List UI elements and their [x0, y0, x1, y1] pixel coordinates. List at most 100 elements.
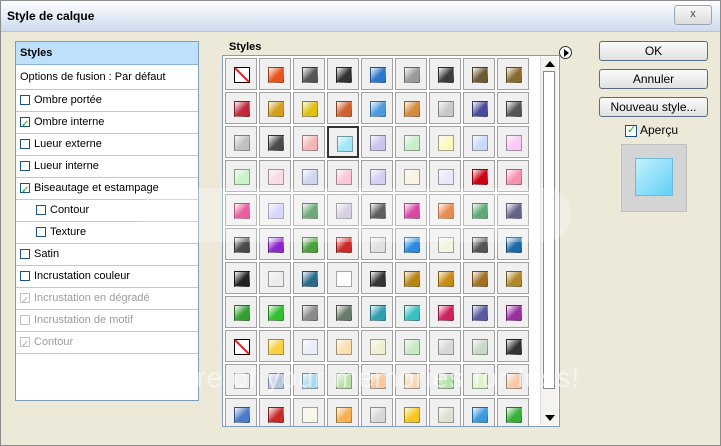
style-swatch[interactable] — [327, 364, 359, 396]
style-swatch[interactable] — [395, 58, 427, 90]
effect-row[interactable]: Options de fusion : Par défaut — [16, 65, 198, 90]
style-swatch[interactable] — [497, 160, 529, 192]
style-swatch[interactable] — [497, 58, 529, 90]
effect-checkbox[interactable] — [20, 315, 30, 325]
style-swatch[interactable] — [259, 126, 291, 158]
style-swatch[interactable] — [361, 160, 393, 192]
style-swatch[interactable] — [225, 228, 257, 260]
style-swatch[interactable] — [327, 262, 359, 294]
style-swatch[interactable] — [463, 228, 495, 260]
style-swatch[interactable] — [497, 194, 529, 226]
style-swatch[interactable] — [463, 262, 495, 294]
effect-row[interactable]: Lueur externe — [16, 134, 198, 156]
style-swatch[interactable] — [259, 228, 291, 260]
style-swatch[interactable] — [361, 262, 393, 294]
style-swatch[interactable] — [259, 398, 291, 426]
style-swatch[interactable] — [497, 296, 529, 328]
style-swatch[interactable] — [429, 330, 461, 362]
style-swatch[interactable] — [395, 194, 427, 226]
effect-checkbox[interactable] — [20, 114, 30, 135]
preview-toggle[interactable]: Aperçu — [625, 123, 678, 137]
style-swatch[interactable] — [463, 296, 495, 328]
close-button[interactable]: x — [674, 5, 712, 25]
effect-checkbox[interactable] — [36, 227, 46, 237]
style-swatch[interactable] — [395, 92, 427, 124]
style-swatch-none[interactable] — [225, 58, 257, 90]
style-swatch[interactable] — [361, 126, 393, 158]
effect-row[interactable]: Lueur interne — [16, 156, 198, 178]
style-swatch[interactable] — [395, 126, 427, 158]
effect-checkbox[interactable] — [20, 139, 30, 149]
style-swatch[interactable] — [225, 194, 257, 226]
effect-checkbox[interactable] — [20, 95, 30, 105]
style-swatch[interactable] — [293, 398, 325, 426]
style-swatch[interactable] — [361, 364, 393, 396]
style-swatch[interactable] — [293, 262, 325, 294]
style-swatch[interactable] — [463, 364, 495, 396]
style-swatch[interactable] — [429, 364, 461, 396]
effect-row[interactable]: Biseautage et estampage — [16, 178, 198, 201]
style-swatch[interactable] — [429, 228, 461, 260]
style-swatch[interactable] — [259, 92, 291, 124]
style-swatch[interactable] — [395, 262, 427, 294]
style-swatch[interactable] — [259, 296, 291, 328]
style-swatch[interactable] — [497, 126, 529, 158]
style-swatch[interactable] — [259, 160, 291, 192]
effect-row[interactable]: Satin — [16, 244, 198, 266]
style-swatch[interactable] — [293, 228, 325, 260]
style-swatch[interactable] — [327, 296, 359, 328]
new-style-button[interactable]: Nouveau style... — [599, 97, 708, 117]
effect-row[interactable]: Contour — [16, 200, 198, 222]
preview-checkbox[interactable] — [625, 123, 637, 137]
style-swatch[interactable] — [463, 160, 495, 192]
style-swatch[interactable] — [293, 92, 325, 124]
style-swatch[interactable] — [361, 330, 393, 362]
style-swatch[interactable] — [327, 228, 359, 260]
effect-checkbox[interactable] — [36, 205, 46, 215]
effect-checkbox[interactable] — [20, 290, 30, 311]
styles-menu-arrow-icon[interactable] — [559, 46, 572, 59]
style-swatch[interactable] — [497, 92, 529, 124]
style-swatch[interactable] — [225, 92, 257, 124]
effect-row[interactable]: Ombre interne — [16, 112, 198, 135]
effect-row[interactable]: Incrustation couleur — [16, 266, 198, 288]
style-swatch[interactable] — [429, 160, 461, 192]
style-swatch-none[interactable] — [225, 330, 257, 362]
style-swatch[interactable] — [463, 58, 495, 90]
effect-checkbox[interactable] — [20, 334, 30, 355]
style-swatch[interactable] — [463, 330, 495, 362]
style-swatch[interactable] — [225, 296, 257, 328]
style-swatch[interactable] — [259, 194, 291, 226]
style-swatch[interactable] — [429, 398, 461, 426]
style-swatch[interactable] — [497, 398, 529, 426]
scroll-down-icon[interactable] — [545, 415, 555, 421]
style-swatch[interactable] — [429, 194, 461, 226]
effect-checkbox[interactable] — [20, 249, 30, 259]
style-swatch[interactable] — [293, 330, 325, 362]
style-swatch[interactable] — [259, 262, 291, 294]
ok-button[interactable]: OK — [599, 41, 708, 61]
style-swatch[interactable] — [327, 58, 359, 90]
style-swatch[interactable] — [429, 92, 461, 124]
style-swatch[interactable] — [327, 126, 359, 158]
style-swatch[interactable] — [429, 58, 461, 90]
style-swatch[interactable] — [361, 92, 393, 124]
style-swatch[interactable] — [497, 262, 529, 294]
style-swatch[interactable] — [259, 58, 291, 90]
style-swatch[interactable] — [293, 126, 325, 158]
style-swatch[interactable] — [497, 228, 529, 260]
style-swatch[interactable] — [293, 296, 325, 328]
style-swatch[interactable] — [395, 330, 427, 362]
style-swatch[interactable] — [327, 92, 359, 124]
style-swatch[interactable] — [361, 398, 393, 426]
style-swatch[interactable] — [361, 58, 393, 90]
style-swatch[interactable] — [497, 364, 529, 396]
style-swatch[interactable] — [225, 364, 257, 396]
style-swatch[interactable] — [395, 160, 427, 192]
style-swatch[interactable] — [463, 126, 495, 158]
effect-checkbox[interactable] — [20, 271, 30, 281]
style-swatch[interactable] — [225, 160, 257, 192]
style-swatch[interactable] — [327, 194, 359, 226]
style-swatch[interactable] — [293, 160, 325, 192]
style-swatch[interactable] — [429, 296, 461, 328]
